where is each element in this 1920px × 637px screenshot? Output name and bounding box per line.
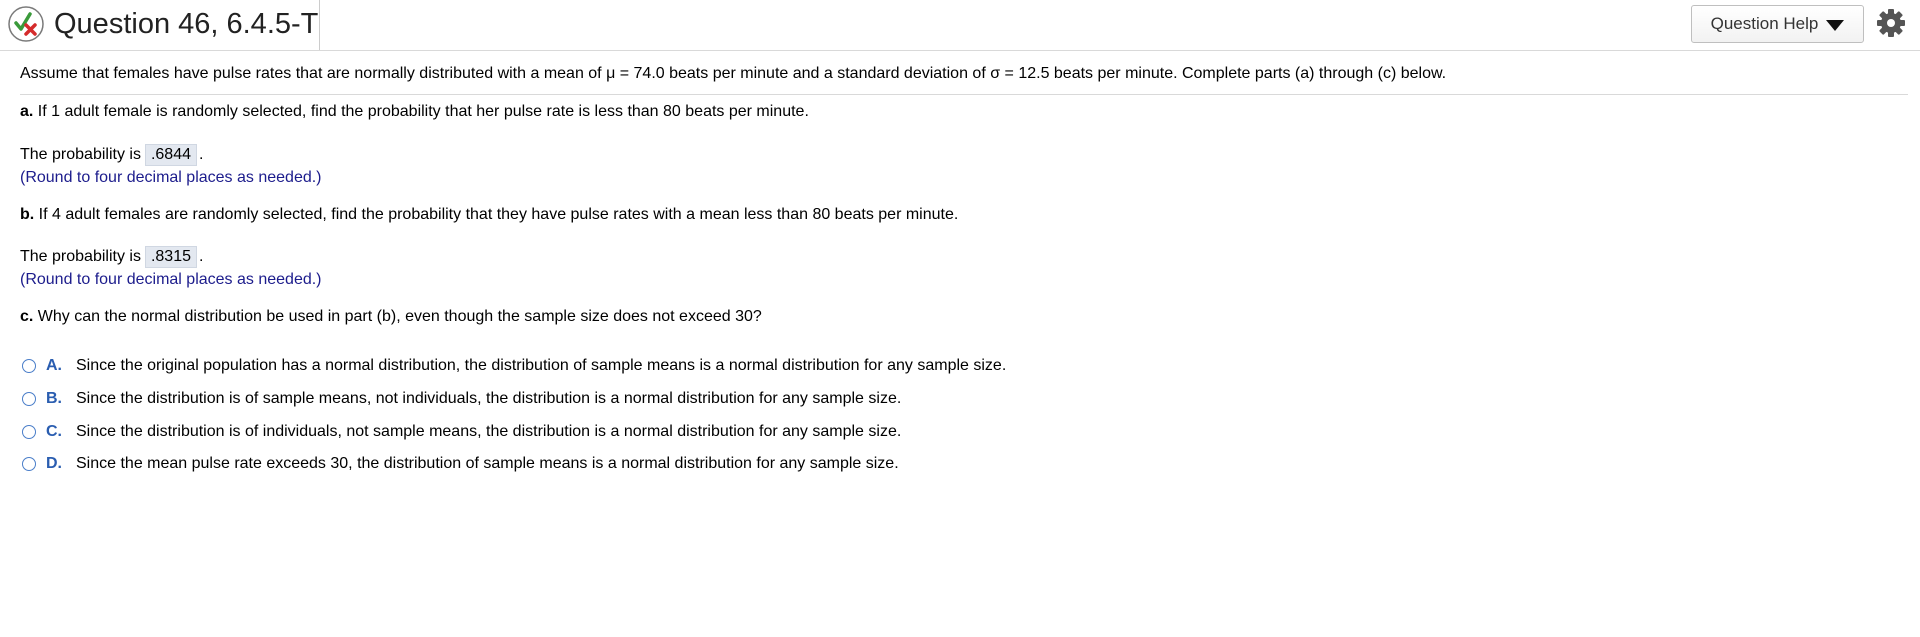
part-a-hint: (Round to four decimal places as needed.… xyxy=(20,169,322,186)
part-b-hint: (Round to four decimal places as needed.… xyxy=(20,271,322,288)
part-b-question: b. If 4 adult females are randomly selec… xyxy=(20,205,958,225)
question-help-button[interactable]: Question Help xyxy=(1691,5,1864,43)
choice-a-radio[interactable] xyxy=(22,359,36,373)
partially-correct-icon xyxy=(8,6,44,42)
question-help-label: Question Help xyxy=(1710,14,1819,33)
choice-c-letter: C. xyxy=(46,423,62,440)
choice-d[interactable]: D. Since the mean pulse rate exceeds 30,… xyxy=(22,453,899,475)
choice-a-text: Since the original population has a norm… xyxy=(76,357,1007,374)
part-c-text: Why can the normal distribution be used … xyxy=(37,308,762,325)
part-a-question: a. If 1 adult female is randomly selecte… xyxy=(20,102,809,122)
choice-c-radio[interactable] xyxy=(22,425,36,439)
part-b-answer-prefix: The probability is xyxy=(20,248,141,265)
part-b-answer-box[interactable]: .8315 xyxy=(144,246,197,268)
question-header: Question 46, 6.4.5-T Question Help xyxy=(0,0,1920,51)
choice-b-letter: B. xyxy=(46,390,62,407)
caret-down-icon xyxy=(1826,19,1845,31)
part-b-text: If 4 adult females are randomly selected… xyxy=(38,206,959,223)
part-b-label: b. xyxy=(20,206,35,223)
choice-b-radio[interactable] xyxy=(22,392,36,406)
choice-b[interactable]: B. Since the distribution is of sample m… xyxy=(22,388,901,410)
choice-d-radio[interactable] xyxy=(22,457,36,471)
part-c-question: c. Why can the normal distribution be us… xyxy=(20,307,762,327)
title-divider xyxy=(319,0,320,50)
choice-c-text: Since the distribution is of individuals… xyxy=(76,423,902,440)
choice-b-text: Since the distribution is of sample mean… xyxy=(76,390,902,407)
part-a-text: If 1 adult female is randomly selected, … xyxy=(37,103,809,120)
question-stem: Assume that females have pulse rates tha… xyxy=(20,65,1447,82)
choice-a[interactable]: A. Since the original population has a n… xyxy=(22,355,1006,377)
choice-d-letter: D. xyxy=(46,455,62,472)
gear-icon[interactable] xyxy=(1876,8,1906,38)
part-b-answer-suffix: . xyxy=(199,248,204,265)
part-a-label: a. xyxy=(20,103,34,120)
stem-divider xyxy=(20,94,1908,95)
part-b-answer-line: The probability is .8315. xyxy=(20,246,203,268)
part-a-answer-prefix: The probability is xyxy=(20,146,141,163)
choice-d-text: Since the mean pulse rate exceeds 30, th… xyxy=(76,455,899,472)
choice-a-letter: A. xyxy=(46,357,62,374)
page-title: Question 46, 6.4.5-T xyxy=(54,8,319,40)
part-a-answer-line: The probability is .6844. xyxy=(20,144,203,166)
choice-c[interactable]: C. Since the distribution is of individu… xyxy=(22,421,901,443)
part-a-answer-suffix: . xyxy=(199,146,204,163)
part-c-label: c. xyxy=(20,308,34,325)
part-a-answer-box[interactable]: .6844 xyxy=(144,144,197,166)
